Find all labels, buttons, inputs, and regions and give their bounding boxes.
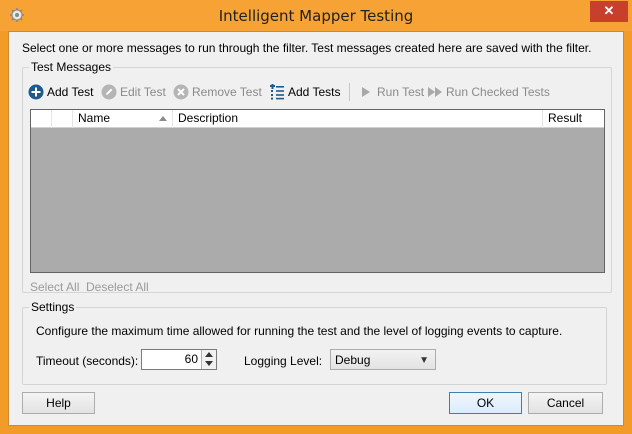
intro-text: Select one or more messages to run throu… — [22, 41, 592, 55]
fast-forward-icon — [428, 87, 442, 97]
settings-group-title: Settings — [29, 300, 77, 314]
spin-up-icon[interactable] — [205, 352, 213, 357]
toolbar-separator — [349, 83, 350, 101]
test-messages-group-title: Test Messages — [29, 60, 114, 74]
play-icon — [362, 87, 370, 97]
add-test-label: Add Test — [47, 85, 94, 99]
list-add-icon — [270, 84, 284, 100]
sort-ascending-icon — [159, 116, 167, 121]
remove-test-button[interactable]: Remove Test — [173, 82, 262, 102]
run-checked-tests-button[interactable]: Run Checked Tests — [427, 82, 550, 102]
plus-circle-icon — [28, 84, 44, 100]
select-all-link[interactable]: Select All — [30, 280, 79, 294]
grid-header: Name Description Result — [31, 110, 604, 128]
add-test-button[interactable]: Add Test — [28, 82, 93, 102]
pencil-icon — [101, 84, 117, 100]
logging-level-value: Debug — [335, 353, 371, 367]
timeout-value: 60 — [184, 352, 198, 366]
help-button[interactable]: Help — [22, 392, 95, 414]
description-column-header[interactable]: Description — [173, 110, 543, 128]
title-bar[interactable]: Intelligent Mapper Testing ✕ — [0, 0, 632, 31]
timeout-stepper[interactable]: 60 — [141, 349, 217, 370]
run-test-button[interactable]: Run Test — [358, 82, 424, 102]
checkbox-column[interactable] — [52, 110, 73, 128]
test-toolbar: Add Test Edit Test Remove Test Add Tests… — [28, 82, 608, 102]
run-checked-tests-label: Run Checked Tests — [446, 85, 550, 99]
test-messages-grid[interactable]: Name Description Result — [30, 109, 605, 273]
result-column-header[interactable]: Result — [543, 110, 604, 128]
result-column-label: Result — [548, 111, 583, 125]
ok-button[interactable]: OK — [449, 392, 522, 414]
test-messages-group: Test Messages Add Test Edit Test Remove … — [22, 60, 612, 294]
edit-test-label: Edit Test — [120, 85, 166, 99]
close-icon: ✕ — [603, 3, 615, 18]
x-circle-icon — [173, 84, 189, 100]
settings-group: Settings Configure the maximum time allo… — [22, 300, 607, 385]
dialog-window: Intelligent Mapper Testing ✕ Select one … — [0, 0, 632, 434]
add-tests-label: Add Tests — [288, 85, 341, 99]
add-tests-button[interactable]: Add Tests — [269, 82, 340, 102]
timeout-spin-buttons — [201, 350, 216, 369]
row-header-column[interactable] — [31, 110, 52, 128]
deselect-all-link[interactable]: Deselect All — [86, 280, 149, 294]
remove-test-label: Remove Test — [192, 85, 262, 99]
name-column-label: Name — [78, 111, 111, 125]
window-title: Intelligent Mapper Testing — [218, 7, 414, 25]
description-column-label: Description — [178, 111, 239, 125]
name-column-header[interactable]: Name — [73, 110, 173, 128]
run-test-label: Run Test — [377, 85, 425, 99]
spin-down-icon[interactable] — [205, 361, 213, 366]
cancel-button[interactable]: Cancel — [528, 392, 603, 414]
settings-description: Configure the maximum time allowed for r… — [36, 324, 563, 338]
logging-level-select[interactable]: Debug ▼ — [330, 349, 436, 370]
timeout-label: Timeout (seconds): — [36, 354, 139, 368]
dialog-client-area: Select one or more messages to run throu… — [8, 31, 624, 426]
edit-test-button[interactable]: Edit Test — [101, 82, 166, 102]
chevron-down-icon: ▼ — [419, 355, 429, 366]
logging-level-label: Logging Level: — [244, 354, 323, 368]
close-button[interactable]: ✕ — [590, 1, 628, 22]
